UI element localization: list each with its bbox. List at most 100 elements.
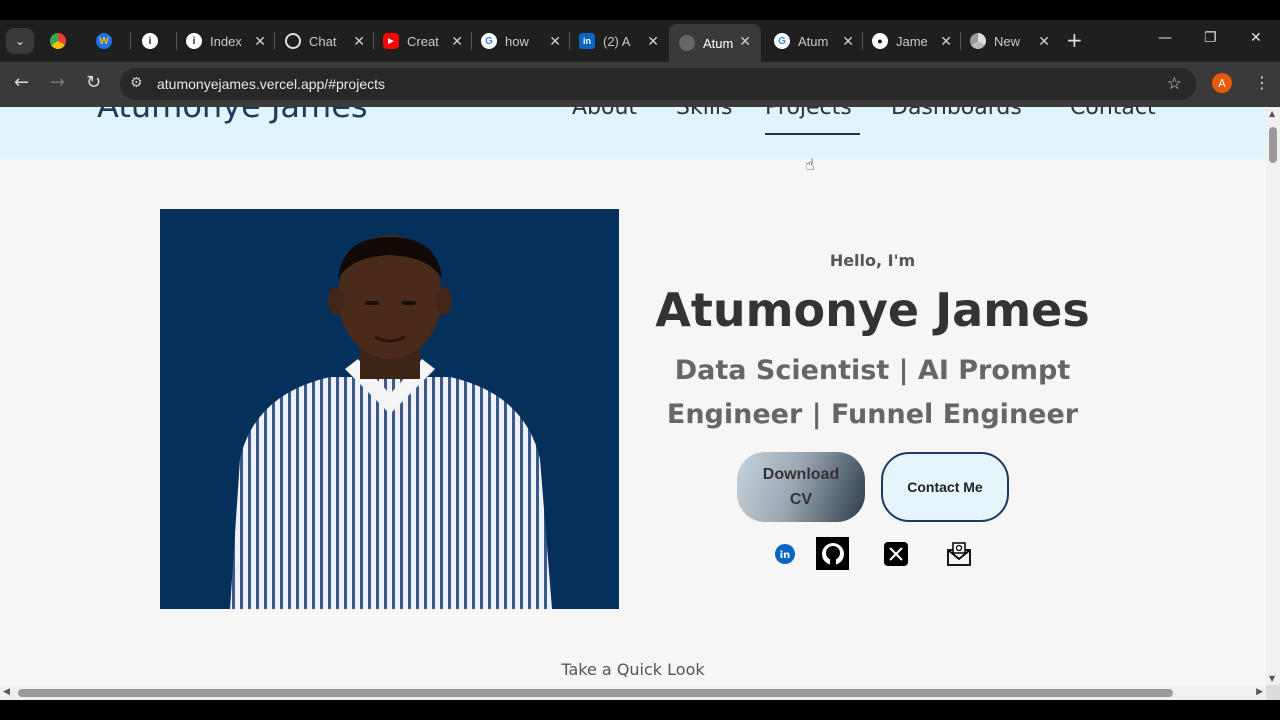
close-icon[interactable]: ✕ — [549, 33, 561, 50]
person-illustration — [230, 235, 552, 609]
nav-about[interactable]: About — [572, 107, 637, 120]
tab-separator — [130, 32, 131, 50]
tab-label: Index — [210, 33, 242, 49]
nav-contact[interactable]: Contact — [1070, 107, 1156, 120]
browser-window: ⌄ W i i Index ✕ Chat ✕ ▶ Creat ✕ G how ✕… — [0, 0, 1280, 720]
mail-icon[interactable] — [942, 537, 975, 570]
tab-label: how — [505, 33, 529, 49]
forward-icon[interactable]: → — [50, 74, 65, 92]
tab-youtube[interactable]: ▶ Creat ✕ — [383, 24, 473, 58]
chatgpt-icon — [285, 33, 301, 49]
tab-separator — [569, 32, 570, 50]
hero-role: Data Scientist | AI Prompt Engineer | Fu… — [620, 349, 1125, 437]
tab-label: Atum — [798, 33, 829, 49]
tab-strip: ⌄ W i i Index ✕ Chat ✕ ▶ Creat ✕ G how ✕… — [0, 20, 1280, 62]
address-bar[interactable]: ⚙ atumonyejames.vercel.app/#projects ☆ — [120, 68, 1196, 100]
tab-chat[interactable]: Chat ✕ — [285, 24, 375, 58]
github-icon[interactable] — [816, 537, 849, 570]
tab-search-button[interactable]: ⌄ — [6, 28, 34, 54]
github-icon: ● — [872, 33, 888, 49]
nav-projects[interactable]: Projects — [765, 107, 852, 120]
bookmark-star-icon[interactable]: ☆ — [1167, 74, 1182, 94]
tab-w[interactable]: W — [96, 24, 132, 58]
new-tab-button[interactable]: + — [1066, 30, 1083, 50]
download-cv-label-line1: Download — [762, 466, 840, 483]
svg-text:in: in — [779, 550, 790, 561]
browser-toolbar: ← → ↻ ⚙ atumonyejames.vercel.app/#projec… — [0, 62, 1280, 107]
site-info-icon[interactable]: ⚙ — [130, 75, 143, 91]
vertical-scroll-thumb[interactable] — [1269, 127, 1277, 163]
tab-github[interactable]: ● Jame ✕ — [872, 24, 962, 58]
menu-icon[interactable]: ⋮ — [1254, 73, 1270, 92]
tab-label: Jame — [896, 33, 928, 49]
tab-index[interactable]: i Index ✕ — [186, 24, 276, 58]
tab-separator — [274, 32, 275, 50]
scroll-right-arrow-icon[interactable]: ▶ — [1256, 687, 1263, 697]
tab-info[interactable]: i — [142, 24, 178, 58]
close-icon[interactable]: ✕ — [451, 33, 463, 50]
site-logo[interactable]: Atumonye James — [97, 107, 368, 125]
drive-icon — [50, 33, 66, 49]
nav-active-underline — [765, 133, 860, 135]
download-cv-button[interactable]: Download CV — [737, 452, 865, 522]
tab-google-atum[interactable]: G Atum ✕ — [774, 24, 864, 58]
info-icon: i — [142, 33, 158, 49]
tab-portfolio-active[interactable]: Atum ✕ — [669, 24, 761, 62]
x-icon[interactable] — [879, 537, 912, 570]
hero-name: Atumonye James — [655, 283, 1090, 337]
close-window-icon[interactable]: ✕ — [1250, 30, 1262, 46]
horizontal-scrollbar[interactable]: ◀ ▶ — [0, 685, 1266, 700]
download-cv-label-line2: CV — [789, 491, 813, 508]
tab-google-how[interactable]: G how ✕ — [481, 24, 571, 58]
tab-separator — [176, 32, 177, 50]
page-viewport: Atumonye James About Skills Projects Das… — [0, 107, 1266, 685]
google-icon: G — [774, 33, 790, 49]
nav-skills[interactable]: Skills — [676, 107, 733, 120]
role-line-1: Data Scientist | AI Prompt — [674, 355, 1071, 386]
tab-drive[interactable] — [50, 24, 86, 58]
chrome-icon — [970, 33, 986, 49]
linkedin-icon: in — [579, 33, 595, 49]
vertical-scrollbar[interactable]: ▲ ▼ — [1266, 107, 1280, 685]
close-icon[interactable]: ✕ — [647, 33, 659, 50]
scrollbar-corner — [1266, 685, 1280, 700]
restore-icon[interactable]: ❐ — [1204, 30, 1217, 46]
tab-label: (2) A — [603, 33, 631, 49]
hand-cursor-icon: ☝ — [805, 155, 815, 174]
profile-avatar[interactable]: A — [1212, 73, 1232, 93]
tab-label: Chat — [309, 33, 337, 49]
quick-look-heading: Take a Quick Look — [561, 660, 705, 679]
close-icon[interactable]: ✕ — [254, 33, 266, 50]
horizontal-scroll-thumb[interactable] — [18, 689, 1173, 697]
tab-new[interactable]: New ✕ — [970, 24, 1060, 58]
tab-separator — [471, 32, 472, 50]
tab-separator — [862, 32, 863, 50]
tab-label: Creat — [407, 33, 439, 49]
scroll-up-arrow-icon[interactable]: ▲ — [1269, 109, 1275, 118]
greeting-text: Hello, I'm — [829, 251, 916, 270]
linkedin-icon[interactable]: in — [768, 537, 801, 570]
close-icon[interactable]: ✕ — [842, 33, 854, 50]
role-line-2: Engineer | Funnel Engineer — [666, 399, 1079, 430]
scroll-down-arrow-icon[interactable]: ▼ — [1269, 674, 1275, 683]
close-icon[interactable]: ✕ — [739, 33, 751, 50]
globe-icon — [679, 35, 695, 51]
contact-me-button[interactable]: Contact Me — [881, 452, 1009, 522]
tab-label: Atum — [703, 35, 734, 51]
profile-photo — [160, 209, 619, 609]
scroll-left-arrow-icon[interactable]: ◀ — [3, 687, 10, 697]
back-icon[interactable]: ← — [14, 74, 29, 92]
close-icon[interactable]: ✕ — [1038, 33, 1050, 50]
tab-separator — [960, 32, 961, 50]
close-icon[interactable]: ✕ — [353, 33, 365, 50]
close-icon[interactable]: ✕ — [940, 33, 952, 50]
tab-linkedin[interactable]: in (2) A ✕ — [579, 24, 669, 58]
reload-icon[interactable]: ↻ — [86, 74, 101, 92]
url-text[interactable]: atumonyejames.vercel.app/#projects — [157, 76, 385, 92]
info-icon: i — [186, 33, 202, 49]
nav-dashboards[interactable]: Dashboards — [891, 107, 1022, 120]
minimize-icon[interactable]: — — [1158, 30, 1172, 46]
tab-label: New — [994, 33, 1021, 49]
google-icon: G — [481, 33, 497, 49]
tab-separator — [373, 32, 374, 50]
